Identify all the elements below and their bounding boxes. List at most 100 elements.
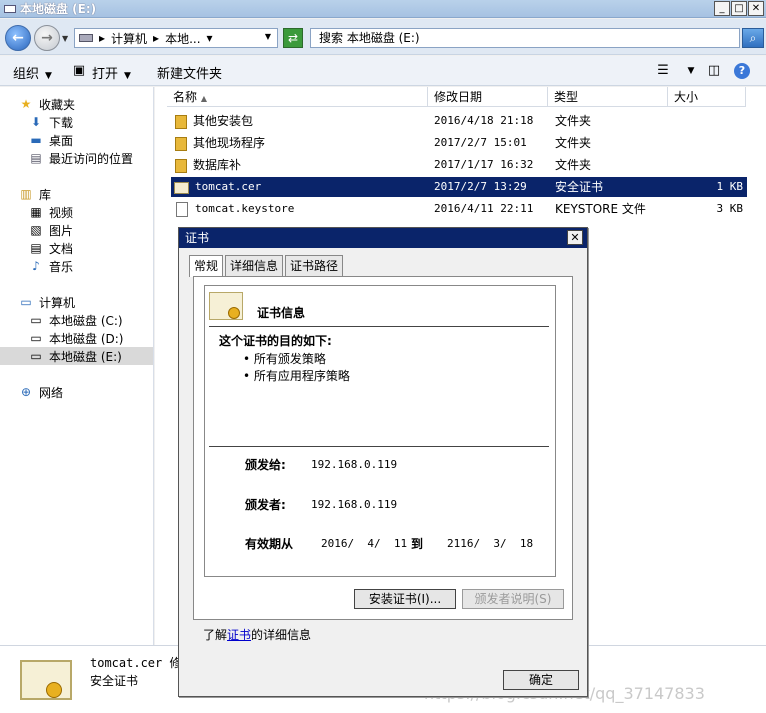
recent-places-icon: ▤ — [30, 151, 42, 165]
tab-general[interactable]: 常规 — [189, 255, 224, 277]
view-dropdown-icon[interactable]: ▼ — [682, 62, 700, 80]
address-box[interactable]: ▸ 计算机 ▸ 本地... ▾ ▼ — [74, 28, 278, 48]
file-row-selected[interactable]: tomcat.cer 2017/2/7 13:29 安全证书 1 KB — [171, 177, 747, 197]
recent-pages-dropdown-icon[interactable]: ▼ — [62, 34, 68, 43]
certificate-icon — [209, 292, 243, 320]
nav-videos[interactable]: ▦ 视频 — [28, 203, 73, 221]
cert-info-title: 证书信息 — [257, 306, 306, 320]
navigation-pane: ★ 收藏夹 ⬇ 下载 ▬ 桌面 ▤ 最近访问的位置 ▥ 库 ▦ 视频 ▧ 图片 ▤ 文档 ♪ 音乐… — [0, 87, 154, 645]
open-icon: ▣ — [72, 63, 86, 78]
purpose-heading: 这个证书的目的如下: — [219, 334, 332, 348]
file-row[interactable]: 其他安装包 2016/4/18 21:18 文件夹 — [171, 111, 747, 131]
file-row[interactable]: 数据库补 2017/1/17 16:32 文件夹 — [171, 155, 747, 175]
column-size[interactable]: 大小 — [668, 87, 746, 107]
computer-icon — [79, 34, 93, 42]
issued-by-value: 192.168.0.119 — [311, 498, 398, 511]
tab-certification-path[interactable]: 证书路径 — [285, 255, 344, 277]
nav-documents[interactable]: ▤ 文档 — [28, 239, 73, 257]
valid-from-value: 2016/ 4/ 11 — [321, 537, 408, 550]
file-row[interactable]: tomcat.keystore 2016/4/11 22:11 KEYSTORE… — [171, 199, 747, 219]
address-dropdown-icon[interactable]: ▼ — [265, 32, 271, 41]
nav-drive-d[interactable]: ▭ 本地磁盘 (D:) — [28, 329, 123, 347]
help-icon[interactable]: ? — [734, 63, 750, 79]
certificate-icon — [174, 177, 189, 197]
dialog-title: 证书 — [185, 231, 210, 245]
picture-icon: ▧ — [30, 223, 42, 237]
drive-icon — [4, 4, 16, 13]
column-type[interactable]: 类型 — [548, 87, 668, 107]
purpose-item: • 所有应用程序策略 — [243, 369, 350, 383]
certificate-dialog: 证书 ✕ 常规 详细信息 证书路径 证书信息 这个证书的目的如下: • 所有颁发… — [178, 227, 588, 697]
forward-button[interactable]: → — [34, 25, 60, 51]
details-file-name: tomcat.cer 修 — [90, 656, 182, 670]
column-modified[interactable]: 修改日期 — [428, 87, 548, 107]
valid-from-label: 有效期从 — [245, 537, 294, 551]
nav-computer[interactable]: ▭ 计算机 — [18, 293, 75, 311]
window-title: 本地磁盘 (E:) — [20, 2, 97, 16]
network-icon: ⊕ — [20, 385, 32, 399]
music-icon: ♪ — [32, 259, 40, 273]
learn-more-text: 了解证书的详细信息 — [203, 628, 312, 642]
certificate-info-box: 证书信息 这个证书的目的如下: • 所有颁发策略 • 所有应用程序策略 颁发给:… — [204, 285, 556, 577]
document-icon: ▤ — [30, 241, 42, 255]
install-certificate-button[interactable]: 安装证书(I)... — [354, 589, 456, 609]
chevron-down-icon: ▼ — [45, 71, 52, 81]
sort-ascending-icon: ▲ — [200, 94, 207, 103]
library-icon: ▥ — [20, 187, 32, 201]
certificate-icon — [20, 660, 72, 700]
close-button[interactable]: ✕ — [748, 1, 764, 16]
folder-icon — [175, 155, 187, 175]
drive-icon: ▭ — [30, 349, 42, 363]
new-folder-button[interactable]: 新建文件夹 — [157, 63, 222, 82]
breadcrumb-more-dropdown[interactable]: ▾ — [207, 31, 213, 45]
dialog-tabs: 常规 详细信息 证书路径 — [189, 255, 345, 277]
file-row[interactable]: 其他现场程序 2017/2/7 15:01 文件夹 — [171, 133, 747, 153]
nav-music[interactable]: ♪ 音乐 — [28, 257, 73, 275]
folder-icon — [175, 111, 187, 131]
breadcrumb-computer[interactable]: 计算机 — [111, 30, 147, 47]
nav-network[interactable]: ⊕ 网络 — [18, 383, 63, 401]
drive-icon: ▭ — [30, 331, 42, 345]
dialog-close-button[interactable]: ✕ — [567, 230, 583, 245]
back-button[interactable]: ← — [5, 25, 31, 51]
view-options-icon[interactable]: ☰ — [654, 62, 672, 80]
computer-icon: ▭ — [20, 295, 32, 309]
nav-favorites[interactable]: ★ 收藏夹 — [18, 95, 75, 113]
preview-pane-icon[interactable]: ◫ — [705, 62, 723, 80]
ok-button[interactable]: 确定 — [503, 670, 579, 690]
divider — [209, 446, 549, 447]
nav-pictures[interactable]: ▧ 图片 — [28, 221, 73, 239]
nav-drive-c[interactable]: ▭ 本地磁盘 (C:) — [28, 311, 122, 329]
nav-recent-places[interactable]: ▤ 最近访问的位置 — [28, 149, 133, 167]
refresh-icon[interactable]: ⇄ — [283, 28, 303, 48]
address-bar-row: ← → ▼ ▸ 计算机 ▸ 本地... ▾ ▼ ⇄ 搜索 本地磁盘 (E:) ⌕ — [0, 19, 766, 55]
chevron-down-icon: ▼ — [124, 71, 131, 81]
minimize-button[interactable]: _ — [714, 1, 730, 16]
dialog-title-bar: 证书 ✕ — [179, 228, 587, 248]
details-file-type: 安全证书 — [90, 674, 139, 688]
nav-drive-e[interactable]: ▭ 本地磁盘 (E:) — [0, 347, 153, 365]
window-controls: _ □ ✕ — [714, 1, 764, 16]
breadcrumb-local-disk[interactable]: 本地... — [165, 30, 200, 47]
command-toolbar: 组织 ▼ ▣ 打开 ▼ 新建文件夹 ☰ ▼ ◫ ? — [0, 56, 766, 86]
search-input[interactable]: 搜索 本地磁盘 (E:) — [310, 28, 740, 48]
divider — [209, 326, 549, 327]
search-icon[interactable]: ⌕ — [742, 28, 764, 48]
purpose-item: • 所有颁发策略 — [243, 352, 326, 366]
nav-downloads[interactable]: ⬇ 下载 — [28, 113, 73, 131]
issued-to-label: 颁发给: — [245, 458, 286, 472]
open-button[interactable]: 打开 ▼ — [92, 63, 131, 82]
organize-button[interactable]: 组织 ▼ — [13, 63, 52, 82]
certificate-learn-link[interactable]: 证书 — [227, 628, 251, 642]
nav-libraries[interactable]: ▥ 库 — [18, 185, 51, 203]
valid-to-label: 到 — [411, 537, 424, 551]
tab-details[interactable]: 详细信息 — [225, 255, 284, 277]
file-icon — [176, 199, 188, 219]
explorer-title-bar: 本地磁盘 (E:) _ □ ✕ — [0, 0, 766, 18]
downloads-icon: ⬇ — [30, 115, 42, 129]
system-drive-icon: ▭ — [30, 313, 42, 327]
maximize-button[interactable]: □ — [731, 1, 747, 16]
nav-desktop[interactable]: ▬ 桌面 — [28, 131, 73, 149]
issuer-statement-button[interactable]: 颁发者说明(S) — [462, 589, 564, 609]
column-name[interactable]: 名称 ▲ — [167, 87, 428, 107]
